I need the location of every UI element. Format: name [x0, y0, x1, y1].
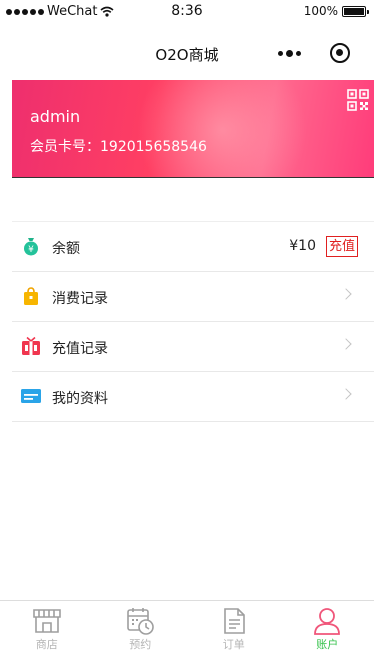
- balance-row: ¥ 余额 ¥10 充值: [12, 222, 374, 272]
- tab-label: 账户: [316, 638, 339, 651]
- bottom-tab-bar: 商店 预约 订单 账户: [0, 600, 374, 651]
- chevron-right-icon: [340, 288, 352, 300]
- account-menu: ¥ 余额 ¥10 充值 消费记录 充值记录 我的资料: [12, 221, 374, 422]
- member-card-number: 会员卡号：192015658546: [30, 139, 207, 155]
- profile-banner: admin 会员卡号：192015658546: [12, 80, 374, 178]
- nav-bar: O2O商城: [0, 30, 374, 74]
- tab-booking[interactable]: 预约: [94, 601, 188, 651]
- chevron-right-icon: [340, 388, 352, 400]
- battery-percent: 100%: [303, 4, 338, 18]
- money-bag-icon: ¥: [24, 238, 38, 256]
- tab-label: 预约: [129, 638, 152, 651]
- calendar-clock-icon: [127, 608, 155, 635]
- tab-label: 商店: [35, 638, 58, 651]
- list-item-recharge-records[interactable]: 充值记录: [12, 322, 374, 372]
- tab-label: 订单: [222, 638, 245, 651]
- battery-icon: [342, 5, 369, 17]
- shopping-bag-icon: [24, 287, 38, 305]
- chevron-right-icon: [340, 338, 352, 350]
- more-menu-icon[interactable]: [278, 50, 301, 57]
- document-icon: [223, 608, 245, 634]
- id-card-icon: [21, 389, 41, 403]
- list-item-label: 充值记录: [52, 341, 108, 357]
- svg-text:¥: ¥: [28, 245, 34, 255]
- gift-icon: [22, 336, 40, 355]
- balance-amount: ¥10: [289, 238, 316, 254]
- list-item-my-profile[interactable]: 我的资料: [12, 372, 374, 422]
- qr-code-icon[interactable]: [347, 89, 369, 111]
- list-item-label: 我的资料: [52, 391, 108, 407]
- list-item-consumption-records[interactable]: 消费记录: [12, 272, 374, 322]
- close-miniprogram-icon[interactable]: [330, 43, 350, 63]
- page-title: O2O商城: [155, 46, 219, 64]
- list-item-label: 消费记录: [52, 291, 108, 307]
- status-bar: WeChat 8:36 100%: [0, 0, 374, 22]
- username: admin: [30, 107, 81, 126]
- balance-label: 余额: [52, 241, 80, 257]
- tab-store[interactable]: 商店: [0, 601, 94, 651]
- recharge-button[interactable]: 充值: [325, 236, 358, 257]
- user-icon: [314, 608, 341, 635]
- tab-orders[interactable]: 订单: [187, 601, 281, 651]
- battery-status: 100%: [303, 4, 369, 18]
- tab-account[interactable]: 账户: [281, 601, 374, 651]
- banner-decoration: [132, 80, 312, 177]
- store-icon: [32, 609, 61, 633]
